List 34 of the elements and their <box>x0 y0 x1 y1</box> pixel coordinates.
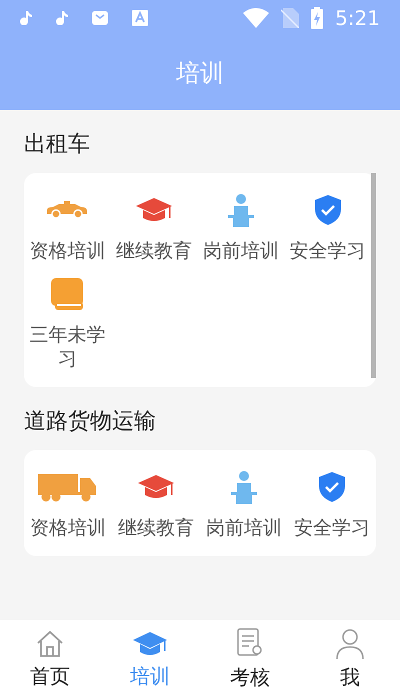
shield-check-icon <box>314 195 341 225</box>
no-sim-icon <box>281 8 300 28</box>
home-icon <box>35 629 65 659</box>
shopping-bag-icon <box>92 11 108 25</box>
category-item[interactable]: 岗前培训 <box>198 187 284 271</box>
section-title: 出租车 <box>24 131 91 159</box>
nav-tab[interactable]: 考核 <box>200 620 300 700</box>
category-item[interactable]: 资格培训 <box>24 464 112 548</box>
status-time: 5:21 <box>335 5 380 32</box>
category-item[interactable]: 继续教育 <box>112 464 200 548</box>
lecturer-icon <box>228 193 254 227</box>
music-note-icon <box>20 11 32 25</box>
graduation-cap-icon <box>137 473 175 501</box>
taxi-icon <box>45 201 90 219</box>
category-item[interactable]: 安全学习 <box>288 464 376 548</box>
lecturer-icon <box>231 470 257 504</box>
category-item[interactable]: 安全学习 <box>284 187 371 271</box>
font-app-icon <box>132 10 148 26</box>
music-note-icon <box>56 11 68 25</box>
category-item[interactable]: 继续教育 <box>110 187 198 271</box>
wifi-icon <box>243 8 270 28</box>
category-item[interactable]: 资格培训 <box>24 187 111 271</box>
nav-tab[interactable]: 首页 <box>0 620 100 700</box>
section-title: 道路货物运输 <box>24 408 157 436</box>
book-icon <box>51 278 84 310</box>
battery-charging-icon <box>311 7 324 29</box>
truck-icon <box>38 472 98 502</box>
category-item[interactable]: 三年未学习 <box>24 271 111 379</box>
user-icon <box>335 628 365 660</box>
shield-check-icon <box>319 472 345 502</box>
graduation-cap-icon <box>135 196 174 224</box>
nav-tab[interactable]: 我 <box>300 620 400 700</box>
category-item[interactable]: 岗前培训 <box>200 464 288 548</box>
page-title: 培训 <box>176 58 224 89</box>
